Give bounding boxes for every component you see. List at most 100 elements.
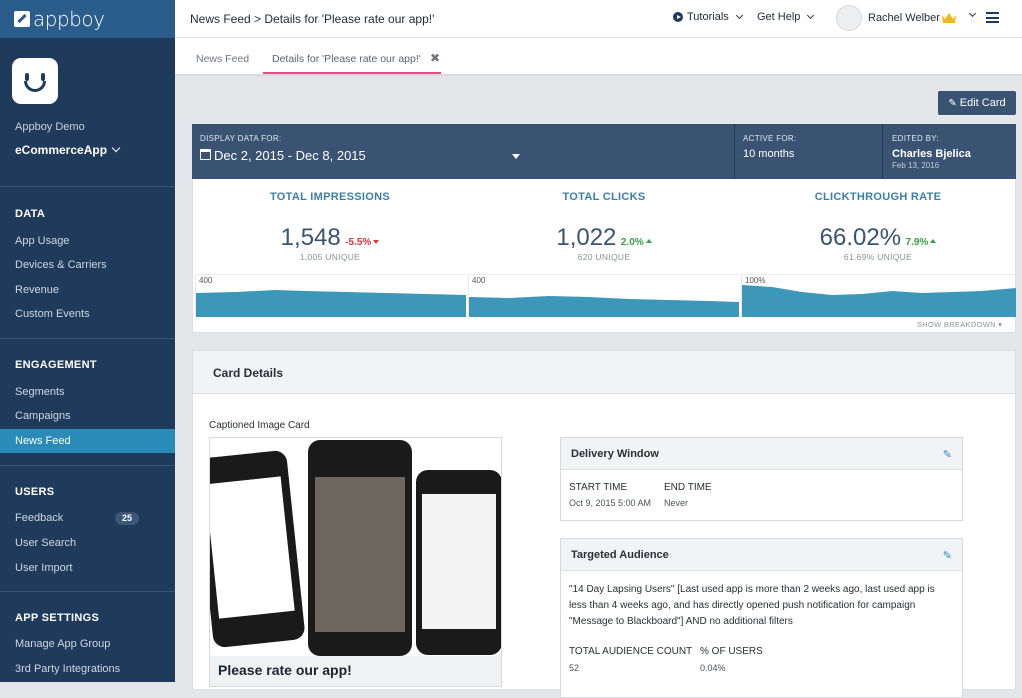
section-engagement: ENGAGEMENT <box>15 359 97 371</box>
tutorials-menu[interactable]: Tutorials <box>673 11 743 23</box>
stat-title: CLICKTHROUGH RATE <box>814 191 942 203</box>
chevron-down-icon[interactable] <box>968 9 977 18</box>
stat-title: TOTAL IMPRESSIONS <box>269 191 390 203</box>
phone-image <box>308 440 412 656</box>
sidebar-item-user-search[interactable]: User Search <box>0 531 175 555</box>
tab-news-feed[interactable]: News Feed <box>196 53 249 65</box>
active-for-value: 10 months <box>743 148 795 160</box>
display-data-label: DISPLAY DATA FOR: <box>200 134 282 143</box>
sidebar-item-segments[interactable]: Segments <box>0 380 175 404</box>
sidebar-item-user-import[interactable]: User Import <box>0 556 175 580</box>
section-app-settings: APP SETTINGS <box>15 612 100 624</box>
stat-value: 66.02% <box>819 224 902 251</box>
spark-axis-label: 100% <box>745 276 766 285</box>
stat-change: 7.9% <box>905 237 929 248</box>
app-selector[interactable]: eCommerceApp <box>15 143 121 157</box>
phone-image <box>210 449 306 649</box>
app-icon <box>12 58 58 104</box>
stat-value: 1,548 <box>280 224 341 251</box>
sidebar-item-revenue[interactable]: Revenue <box>0 278 175 302</box>
audience-description: "14 Day Lapsing Users" [Last used app is… <box>569 584 935 627</box>
app-name: eCommerceApp <box>15 143 108 157</box>
preview-card-title: Please rate our app! <box>218 662 352 678</box>
edited-by-name: Charles Bjelica <box>892 148 971 160</box>
end-time-value: Never <box>664 498 689 508</box>
stat-title: TOTAL CLICKS <box>562 191 646 203</box>
help-menu[interactable]: Get Help <box>757 11 815 23</box>
user-name[interactable]: Rachel Welber <box>868 12 940 24</box>
close-tab-icon[interactable]: ✖ <box>430 51 440 65</box>
delivery-window-title: Delivery Window <box>571 448 659 460</box>
active-tab-indicator <box>263 72 441 74</box>
spark-axis-label: 400 <box>472 276 486 285</box>
arrow-up-icon <box>930 239 937 243</box>
arrow-down-icon <box>373 240 380 244</box>
phone-image <box>416 470 501 655</box>
calendar-icon <box>200 149 211 160</box>
stat-change: 2.0% <box>620 237 644 248</box>
chevron-down-icon <box>735 11 743 19</box>
crown-icon <box>942 13 956 23</box>
company-name: Appboy Demo <box>15 121 85 133</box>
sidebar-item-devices-carriers[interactable]: Devices & Carriers <box>0 253 175 277</box>
edited-by-label: EDITED BY: <box>892 134 940 143</box>
edit-card-label: Edit Card <box>959 97 1006 109</box>
edit-pencil-icon[interactable]: ✎ <box>943 549 952 562</box>
arrow-up-icon <box>645 239 652 243</box>
card-preview-image: Please rate our app! <box>209 437 502 687</box>
help-label: Get Help <box>757 11 801 23</box>
sidebar-item-custom-events[interactable]: Custom Events <box>0 302 175 326</box>
stats-header: DISPLAY DATA FOR: Dec 2, 2015 - Dec 8, 2… <box>192 124 1016 179</box>
card-details-title: Card Details <box>213 366 284 380</box>
chevron-down-icon <box>807 11 815 20</box>
appboy-logo-icon <box>14 11 30 27</box>
sidebar-item-feedback[interactable]: Feedback 25 <box>0 506 175 530</box>
caret-down-icon[interactable] <box>512 154 520 159</box>
end-time-label: END TIME <box>664 482 712 493</box>
sidebar: appboy Appboy Demo eCommerceApp DATA App… <box>0 0 175 682</box>
spark-axis-label: 400 <box>199 276 213 285</box>
sparkline-chart <box>469 296 739 317</box>
audience-count-value: 52 <box>569 663 580 673</box>
top-bar: News Feed > Details for 'Please rate our… <box>175 0 1022 38</box>
sidebar-item-app-usage[interactable]: App Usage <box>0 229 175 253</box>
date-range-picker[interactable]: Dec 2, 2015 - Dec 8, 2015 <box>214 148 366 163</box>
edit-pencil-icon[interactable]: ✎ <box>943 448 952 461</box>
stat-unique: 1,005 UNIQUE <box>299 252 361 262</box>
show-breakdown-link[interactable]: SHOW BREAKDOWN ▾ <box>917 320 1002 329</box>
stat-value: 1,022 <box>556 224 617 251</box>
percent-users-value: 0.04% <box>700 663 726 673</box>
stat-unique: 61.69% UNIQUE <box>843 252 913 262</box>
delivery-window-panel: Delivery Window ✎ START TIME Oct 9, 2015 … <box>560 437 963 521</box>
stat-unique: 620 UNIQUE <box>577 252 631 262</box>
edited-date: Feb 13, 2016 <box>892 161 940 170</box>
hamburger-menu-icon[interactable] <box>986 12 999 23</box>
ctr-sparkline: 100% <box>741 274 1016 317</box>
sparkline-chart <box>196 290 466 317</box>
logo-text: appboy <box>33 7 105 31</box>
tab-details[interactable]: Details for 'Please rate our app!' <box>272 53 421 65</box>
sparkline-chart <box>742 285 1016 317</box>
section-data: DATA <box>15 208 46 220</box>
start-time-value: Oct 9, 2015 5:00 AM <box>569 498 652 508</box>
card-details-header: Card Details <box>193 351 1015 394</box>
chevron-down-icon <box>111 143 121 153</box>
audience-count-label: TOTAL AUDIENCE COUNT <box>569 646 693 657</box>
targeted-audience-title: Targeted Audience <box>571 549 669 561</box>
section-users: USERS <box>15 486 55 498</box>
impressions-sparkline: 400 <box>195 274 466 317</box>
tab-bar: News Feed Details for 'Please rate our a… <box>175 38 1022 76</box>
sidebar-item-campaigns[interactable]: Campaigns <box>0 404 175 428</box>
sidebar-item-3rd-party-integrations[interactable]: 3rd Party Integrations <box>0 657 175 681</box>
play-icon <box>673 12 683 22</box>
pencil-icon: ✎ <box>948 97 957 109</box>
edit-card-button[interactable]: ✎ Edit Card <box>938 91 1016 115</box>
percent-users-label: % OF USERS <box>700 646 763 657</box>
sidebar-item-news-feed[interactable]: News Feed <box>0 429 175 453</box>
targeted-audience-panel: Targeted Audience ✎ "14 Day Lapsing Users… <box>560 538 963 698</box>
card-type-label: Captioned Image Card <box>209 420 310 431</box>
logo[interactable]: appboy <box>0 0 175 38</box>
avatar[interactable] <box>836 5 862 31</box>
stat-change: -5.5% <box>345 237 372 248</box>
sidebar-item-manage-app-group[interactable]: Manage App Group <box>0 632 175 656</box>
